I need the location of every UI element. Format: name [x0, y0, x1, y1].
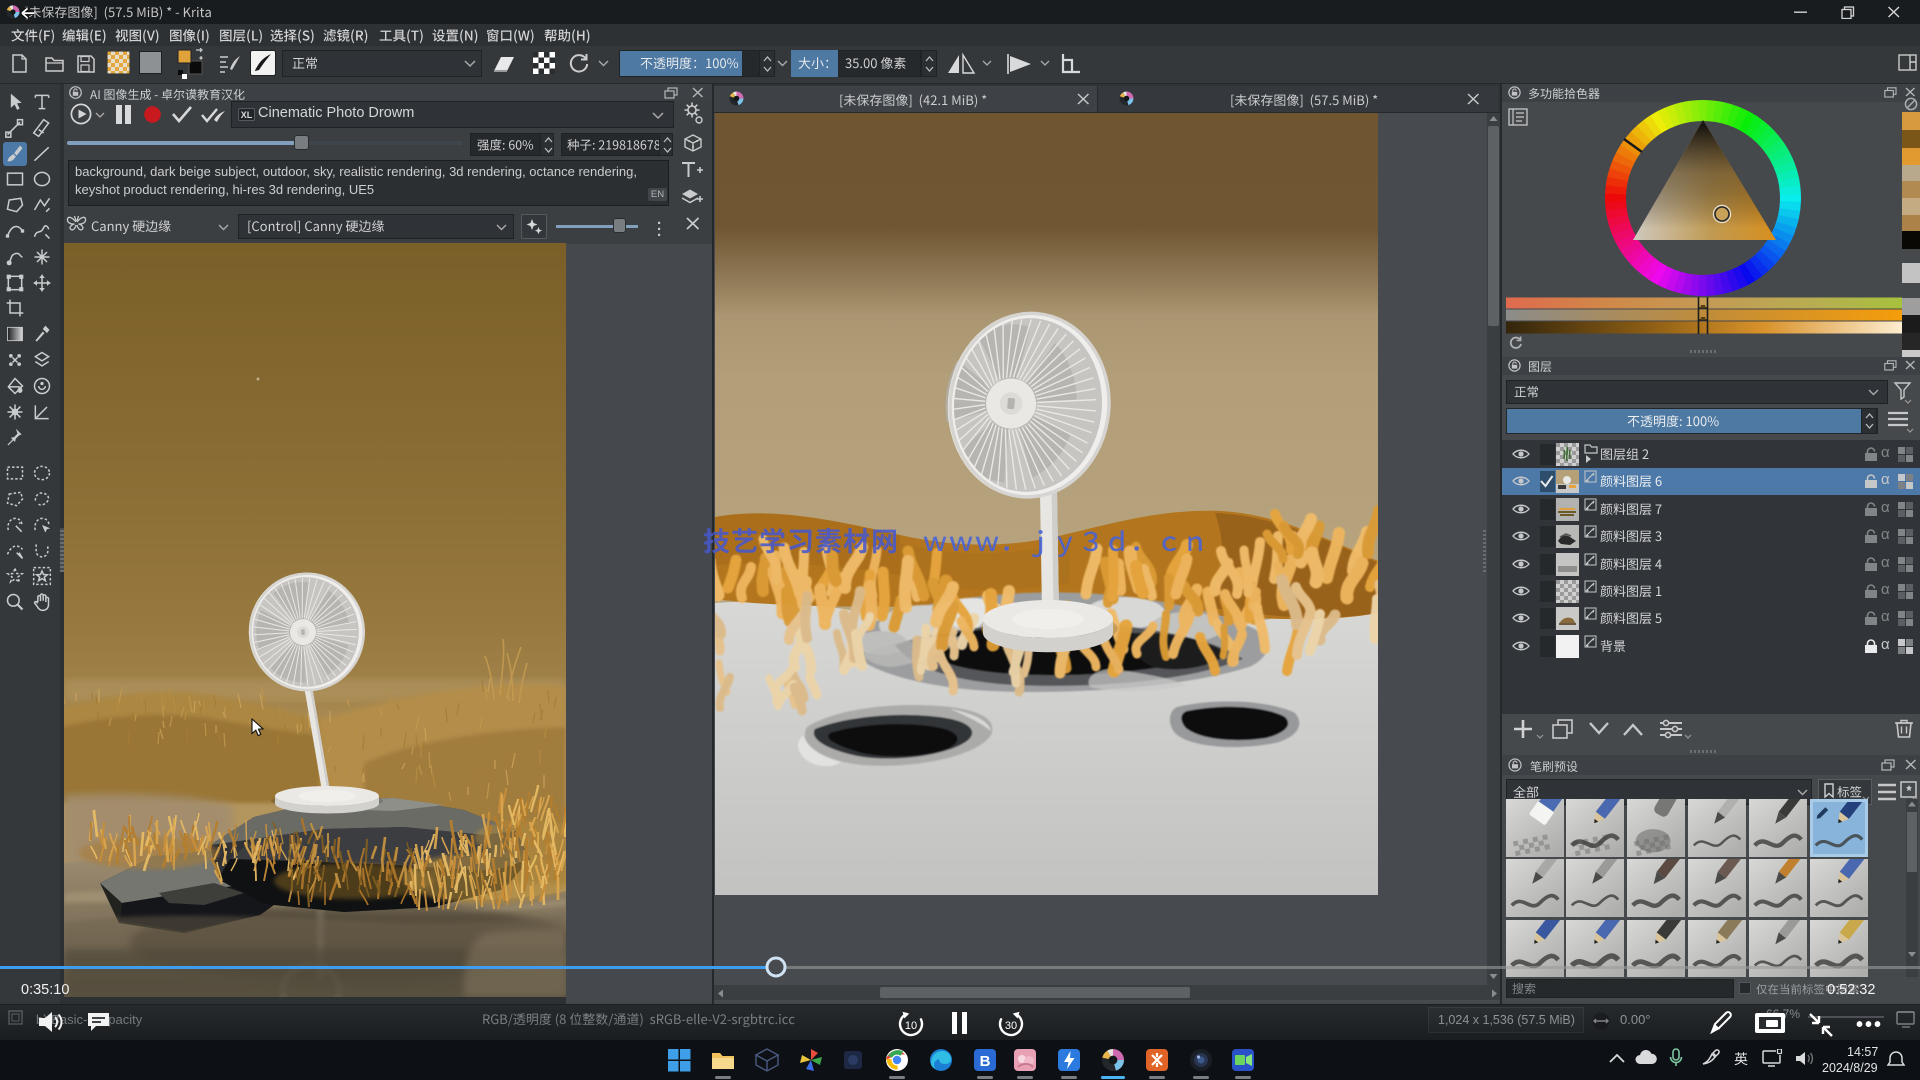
svg-text:30: 30: [1005, 1020, 1017, 1032]
svg-text:B: B: [980, 1053, 991, 1070]
svg-text:10: 10: [905, 1020, 917, 1032]
